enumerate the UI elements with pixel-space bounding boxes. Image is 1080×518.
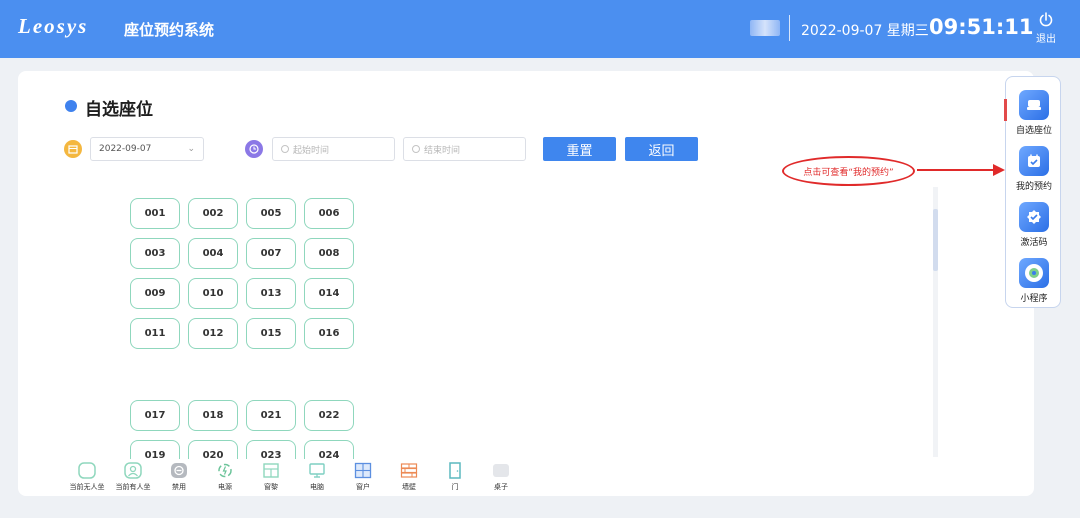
legend-label: 门 bbox=[451, 483, 459, 491]
legend-item-door: 门 bbox=[432, 462, 478, 492]
start-time-placeholder: 起始时间 bbox=[293, 145, 330, 156]
annotation-callout: 点击可查看“我的预约” bbox=[782, 156, 915, 186]
legend-item-power: 电源 bbox=[202, 462, 248, 492]
header-date: 2022-09-07 星期三 bbox=[801, 23, 929, 39]
back-button[interactable]: 返回 bbox=[625, 137, 698, 161]
sidebar-item-label: 小程序 bbox=[1020, 294, 1048, 304]
legend-item-window: 窗黎 bbox=[248, 462, 294, 492]
calendar-check-icon bbox=[1019, 146, 1049, 176]
sidebar-item-activation-code[interactable]: 激活码 bbox=[1006, 202, 1062, 248]
logout-button[interactable]: 退出 bbox=[1032, 12, 1060, 45]
clock-icon bbox=[245, 140, 263, 158]
legend-item-wall: 墙壁 bbox=[386, 462, 432, 492]
sidebar-item-label: 我的预约 bbox=[1015, 182, 1052, 192]
top-header: Leosys 座位预约系统 2022-09-07 星期三 09:51:11 退出 bbox=[0, 0, 1080, 58]
sidebar-item-mini-program[interactable]: 小程序 bbox=[1006, 258, 1062, 304]
seat-020[interactable]: 020 bbox=[188, 440, 238, 459]
legend-label: 窗黎 bbox=[264, 483, 278, 491]
legend-item-window-frame: 窗户 bbox=[340, 462, 386, 492]
logout-label: 退出 bbox=[1036, 34, 1056, 45]
legend-item-disabled: 禁用 bbox=[156, 462, 202, 492]
header-clock: 09:51:11 bbox=[929, 15, 1034, 39]
legend-label: 当前有人坐 bbox=[115, 483, 151, 491]
seat-002[interactable]: 002 bbox=[188, 198, 238, 229]
brand-logo: Leosys bbox=[18, 14, 89, 38]
seat-005[interactable]: 005 bbox=[246, 198, 296, 229]
seat-021[interactable]: 021 bbox=[246, 400, 296, 431]
annotation-arrow-line bbox=[917, 169, 997, 171]
empty-seat-icon bbox=[78, 462, 96, 479]
main-panel: 自选座位 2022-09-07 ⌄ 起始时间 结束时间 重置 返回 点击可查看“… bbox=[18, 71, 1034, 496]
title-dot-icon bbox=[65, 100, 77, 112]
seat-022[interactable]: 022 bbox=[304, 400, 354, 431]
right-sidebar: 自选座位 我的预约 激活码 小程序 bbox=[1004, 76, 1062, 308]
clock-icon bbox=[412, 145, 420, 153]
badge-check-icon bbox=[1019, 202, 1049, 232]
legend-label: 电脑 bbox=[310, 483, 324, 491]
seat-008[interactable]: 008 bbox=[304, 238, 354, 269]
legend-item-empty-seat: 当前无人坐 bbox=[64, 462, 110, 492]
legend-label: 桌子 bbox=[494, 483, 508, 491]
seat-016[interactable]: 016 bbox=[304, 318, 354, 349]
occupied-seat-icon bbox=[124, 462, 142, 479]
seat-009[interactable]: 009 bbox=[130, 278, 180, 309]
window-frame-icon bbox=[354, 462, 372, 479]
power-icon bbox=[1039, 12, 1053, 27]
sidebar-item-label: 激活码 bbox=[1020, 238, 1048, 248]
sidebar-item-label: 自选座位 bbox=[1015, 126, 1052, 136]
arrow-right-icon bbox=[993, 164, 1005, 176]
chevron-down-icon: ⌄ bbox=[187, 144, 195, 154]
power-icon bbox=[216, 462, 234, 479]
avatar[interactable] bbox=[750, 20, 780, 36]
seat-map: 001 002 005 006 003 004 007 008 009 010 013 014 011 0… bbox=[18, 191, 918, 459]
date-value: 2022-09-07 bbox=[99, 144, 152, 154]
legend-item-table: 桌子 bbox=[478, 462, 524, 492]
sidebar-item-my-reservations[interactable]: 我的预约 bbox=[1006, 146, 1062, 192]
legend-item-computer: 电脑 bbox=[294, 462, 340, 492]
clock-icon bbox=[281, 145, 289, 153]
seat-024[interactable]: 024 bbox=[304, 440, 354, 459]
table-icon bbox=[492, 462, 510, 479]
legend-label: 墙壁 bbox=[402, 483, 416, 491]
seat-001[interactable]: 001 bbox=[130, 198, 180, 229]
seat-007[interactable]: 007 bbox=[246, 238, 296, 269]
legend-label: 当前无人坐 bbox=[69, 483, 105, 491]
app-title: 座位预约系统 bbox=[124, 21, 215, 39]
door-icon bbox=[446, 462, 464, 479]
end-time-input[interactable]: 结束时间 bbox=[403, 137, 526, 161]
seat-014[interactable]: 014 bbox=[304, 278, 354, 309]
calendar-icon bbox=[64, 140, 82, 158]
seat-023[interactable]: 023 bbox=[246, 440, 296, 459]
date-select[interactable]: 2022-09-07 ⌄ bbox=[90, 137, 204, 161]
legend-label: 电源 bbox=[218, 483, 232, 491]
seat-003[interactable]: 003 bbox=[130, 238, 180, 269]
seat-icon bbox=[1019, 90, 1049, 120]
seat-018[interactable]: 018 bbox=[188, 400, 238, 431]
disabled-icon bbox=[170, 462, 188, 479]
seat-015[interactable]: 015 bbox=[246, 318, 296, 349]
wall-icon bbox=[400, 462, 418, 479]
seat-006[interactable]: 006 bbox=[304, 198, 354, 229]
reset-button[interactable]: 重置 bbox=[543, 137, 616, 161]
seat-010[interactable]: 010 bbox=[188, 278, 238, 309]
seat-012[interactable]: 012 bbox=[188, 318, 238, 349]
window-icon bbox=[262, 462, 280, 479]
end-time-placeholder: 结束时间 bbox=[424, 145, 461, 156]
computer-icon bbox=[308, 462, 326, 479]
legend-label: 禁用 bbox=[172, 483, 186, 491]
header-divider bbox=[789, 15, 790, 41]
legend-label: 窗户 bbox=[356, 483, 370, 491]
sidebar-item-select-seat[interactable]: 自选座位 bbox=[1006, 90, 1062, 136]
legend-item-occupied-seat: 当前有人坐 bbox=[110, 462, 156, 492]
scrollbar-thumb[interactable] bbox=[933, 209, 938, 271]
page-title: 自选座位 bbox=[85, 100, 153, 120]
seat-013[interactable]: 013 bbox=[246, 278, 296, 309]
seat-004[interactable]: 004 bbox=[188, 238, 238, 269]
start-time-input[interactable]: 起始时间 bbox=[272, 137, 395, 161]
seat-011[interactable]: 011 bbox=[130, 318, 180, 349]
seat-019[interactable]: 019 bbox=[130, 440, 180, 459]
miniprogram-icon bbox=[1019, 258, 1049, 288]
seat-017[interactable]: 017 bbox=[130, 400, 180, 431]
